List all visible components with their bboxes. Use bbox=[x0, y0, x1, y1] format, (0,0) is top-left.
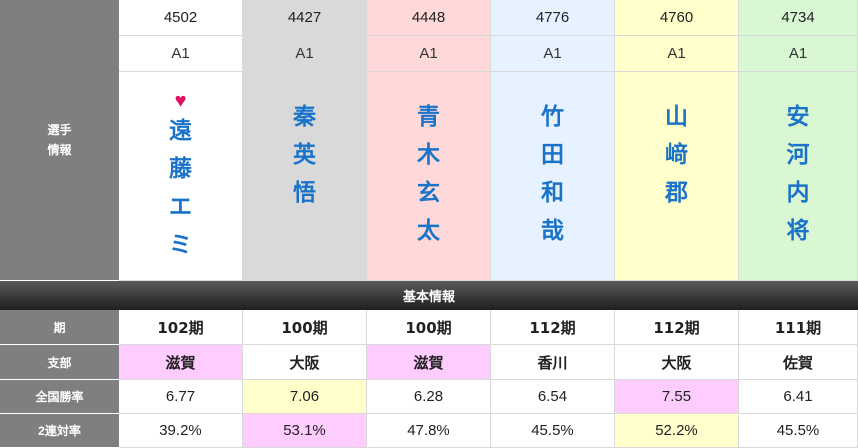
table-cell: 100期 bbox=[243, 310, 367, 345]
racer-name[interactable]: 山﨑郡 bbox=[665, 98, 688, 212]
racer-class: A1 bbox=[243, 36, 367, 72]
racer-info-label: 選手 情報 bbox=[0, 0, 119, 281]
racer-name[interactable]: 遠藤エミ bbox=[169, 112, 192, 264]
racer-name-char: 哉 bbox=[541, 218, 564, 244]
table-cell: 6.54 bbox=[491, 380, 615, 414]
table-cell: 112期 bbox=[491, 310, 615, 345]
racer-name-char: 安 bbox=[786, 104, 810, 130]
racer-name-char: 英 bbox=[293, 142, 316, 168]
racer-name-char: 田 bbox=[541, 142, 564, 168]
racer-name-char: 秦 bbox=[293, 104, 316, 130]
table-cell: 100期 bbox=[367, 310, 491, 345]
racer-name-char: 内 bbox=[786, 180, 810, 206]
row-label: 期 bbox=[0, 310, 119, 345]
row-label: 2連対率 bbox=[0, 414, 119, 448]
racer-name-char: 藤 bbox=[169, 156, 192, 182]
racer-id: 4760 bbox=[615, 0, 739, 36]
table-cell: 7.06 bbox=[243, 380, 367, 414]
table-cell: 39.2% bbox=[119, 414, 243, 448]
table-cell: 112期 bbox=[615, 310, 739, 345]
table-cell: 香川 bbox=[491, 345, 615, 380]
racer-name[interactable]: 安河内将 bbox=[787, 98, 810, 250]
racer-name-cell[interactable]: 秦英悟 bbox=[243, 72, 367, 281]
racer-name-cell[interactable]: 竹田和哉 bbox=[491, 72, 615, 281]
racer-table: 選手 情報 4502 A1 ♥ 遠藤エミ 4427 A1 秦英悟 4448 A1 青木玄太 4776… bbox=[0, 0, 858, 448]
racer-name-char: 将 bbox=[786, 218, 810, 244]
table-cell: 7.55 bbox=[615, 380, 739, 414]
section-basic-info-title: 基本情報 bbox=[0, 281, 858, 310]
table-cell: 47.8% bbox=[367, 414, 491, 448]
racer-name-char: エ bbox=[169, 194, 192, 220]
racer-name-cell[interactable]: 山﨑郡 bbox=[615, 72, 739, 281]
racer-name-char: 木 bbox=[417, 142, 440, 168]
racer-name-cell[interactable]: 青木玄太 bbox=[367, 72, 491, 281]
table-cell: 102期 bbox=[119, 310, 243, 345]
racer-name[interactable]: 秦英悟 bbox=[293, 98, 316, 212]
racer-name-char: 﨑 bbox=[665, 142, 688, 168]
table-cell: 45.5% bbox=[491, 414, 615, 448]
racer-name-char: 青 bbox=[417, 104, 440, 130]
racer-name-char: 河 bbox=[786, 142, 810, 168]
table-cell: 6.28 bbox=[367, 380, 491, 414]
racer-name-char: 太 bbox=[417, 218, 440, 244]
racer-class: A1 bbox=[119, 36, 243, 72]
row-label: 支部 bbox=[0, 345, 119, 380]
table-cell: 45.5% bbox=[739, 414, 858, 448]
racer-id: 4776 bbox=[491, 0, 615, 36]
racer-name-char: 竹 bbox=[541, 104, 564, 130]
table-cell: 6.77 bbox=[119, 380, 243, 414]
racer-class: A1 bbox=[615, 36, 739, 72]
table-cell: 111期 bbox=[739, 310, 858, 345]
table-cell: 大阪 bbox=[243, 345, 367, 380]
racer-name-cell[interactable]: ♥ 遠藤エミ bbox=[119, 72, 243, 281]
racer-id: 4502 bbox=[119, 0, 243, 36]
racer-class: A1 bbox=[367, 36, 491, 72]
row-label: 全国勝率 bbox=[0, 380, 119, 414]
table-cell: 滋賀 bbox=[367, 345, 491, 380]
heart-icon: ♥ bbox=[174, 90, 187, 112]
racer-name-char: 遠 bbox=[169, 118, 192, 144]
table-cell: 52.2% bbox=[615, 414, 739, 448]
racer-name-char: ミ bbox=[169, 232, 192, 258]
racer-name[interactable]: 竹田和哉 bbox=[541, 98, 564, 250]
table-cell: 6.41 bbox=[739, 380, 858, 414]
table-cell: 佐賀 bbox=[739, 345, 858, 380]
racer-id: 4448 bbox=[367, 0, 491, 36]
racer-name-char: 郡 bbox=[665, 180, 688, 206]
racer-class: A1 bbox=[491, 36, 615, 72]
table-cell: 大阪 bbox=[615, 345, 739, 380]
racer-name-char: 玄 bbox=[417, 180, 440, 206]
racer-name-cell[interactable]: 安河内将 bbox=[739, 72, 858, 281]
racer-name-char: 山 bbox=[665, 104, 688, 130]
racer-name-char: 和 bbox=[541, 180, 564, 206]
racer-id: 4734 bbox=[739, 0, 858, 36]
racer-class: A1 bbox=[739, 36, 858, 72]
racer-id: 4427 bbox=[243, 0, 367, 36]
table-cell: 53.1% bbox=[243, 414, 367, 448]
table-cell: 滋賀 bbox=[119, 345, 243, 380]
racer-name[interactable]: 青木玄太 bbox=[417, 98, 440, 250]
racer-name-char: 悟 bbox=[293, 180, 316, 206]
